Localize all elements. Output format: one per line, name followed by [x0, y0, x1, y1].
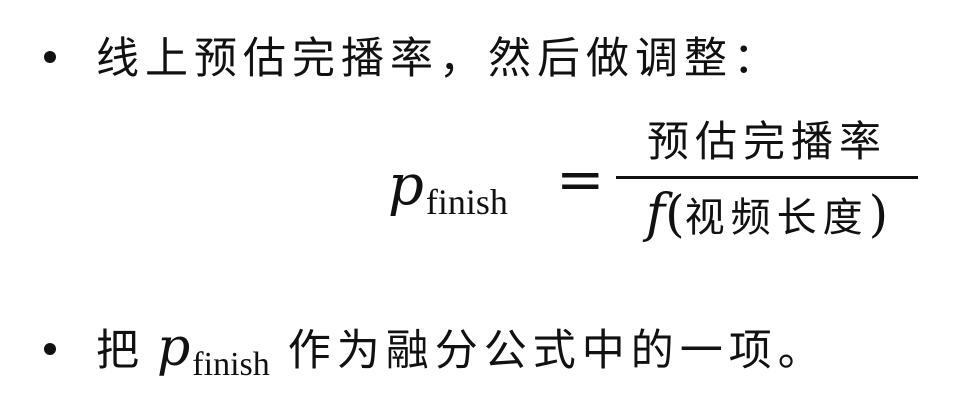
bullet-1-text: 线上预估完播率，然后做调整： — [96, 34, 782, 84]
equation-lhs: p finish — [388, 153, 508, 223]
denominator-close-paren: ) — [868, 185, 889, 243]
denominator-text: 视频长度 — [684, 195, 869, 241]
equation: p finish = 预估完播率 f(视频长度) — [388, 100, 948, 250]
lhs-subscript: finish — [425, 182, 508, 222]
equals-sign: = — [556, 145, 605, 213]
fraction-numerator: 预估完播率 — [646, 117, 887, 166]
bullet-2-prefix: 把 — [96, 326, 145, 376]
fraction-denominator: f(视频长度) — [614, 184, 920, 244]
denominator-open-paren: ( — [665, 185, 685, 243]
bullet-dot-icon — [44, 51, 56, 63]
bullet-item-1: 线上预估完播率，然后做调整： — [0, 24, 968, 86]
inline-symbol: p — [157, 318, 191, 378]
inline-math: p finish — [157, 318, 270, 383]
fraction-bar — [616, 176, 918, 179]
bullet-item-2: 把 p finish 作为融分公式中的一项。 — [0, 316, 968, 383]
slide: 线上预估完播率，然后做调整： p finish = 预估完播率 f(视频长度) … — [0, 0, 968, 414]
inline-subscript: finish — [192, 346, 270, 383]
denominator-function: f — [645, 184, 666, 244]
bullet-2-suffix: 作为融分公式中的一项。 — [287, 326, 827, 376]
bullet-dot-icon — [44, 343, 56, 355]
fraction: 预估完播率 f(视频长度) — [614, 100, 920, 250]
lhs-symbol: p — [388, 153, 424, 218]
